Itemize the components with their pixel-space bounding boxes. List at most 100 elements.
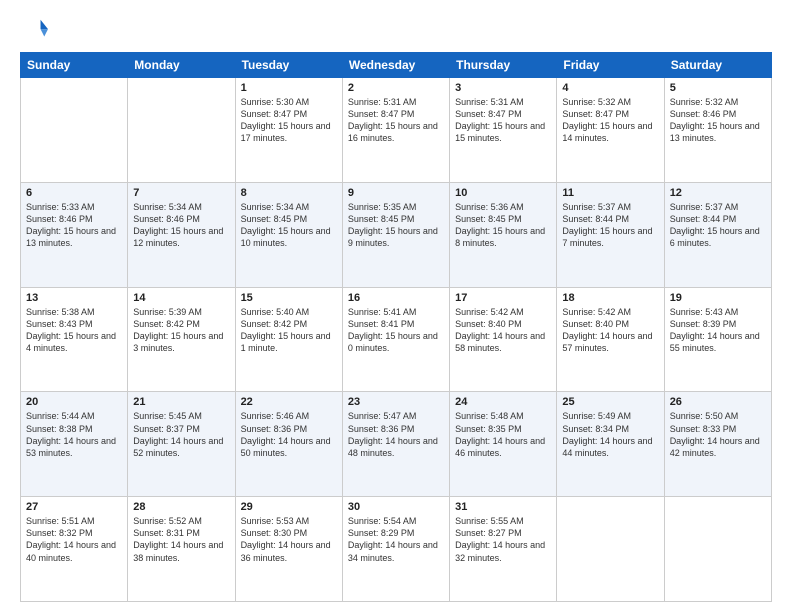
calendar-cell: 10 Sunrise: 5:36 AM Sunset: 8:45 PM Dayli… [450, 182, 557, 287]
calendar-cell: 1 Sunrise: 5:30 AM Sunset: 8:47 PM Daylig… [235, 78, 342, 183]
logo-icon [20, 16, 48, 44]
day-number: 12 [670, 187, 766, 199]
day-number: 5 [670, 82, 766, 94]
day-info: Sunrise: 5:50 AM Sunset: 8:33 PM Dayligh… [670, 410, 766, 459]
day-number: 17 [455, 292, 551, 304]
day-number: 29 [241, 501, 337, 513]
day-number: 31 [455, 501, 551, 513]
calendar-cell [128, 78, 235, 183]
day-number: 25 [562, 396, 658, 408]
day-info: Sunrise: 5:54 AM Sunset: 8:29 PM Dayligh… [348, 515, 444, 564]
day-info: Sunrise: 5:48 AM Sunset: 8:35 PM Dayligh… [455, 410, 551, 459]
day-number: 18 [562, 292, 658, 304]
day-info: Sunrise: 5:55 AM Sunset: 8:27 PM Dayligh… [455, 515, 551, 564]
calendar-cell: 20 Sunrise: 5:44 AM Sunset: 8:38 PM Dayli… [21, 392, 128, 497]
calendar-cell: 7Sunrise: 5:34 AM Sunset: 8:46 PM Daylig… [128, 182, 235, 287]
day-number: 2 [348, 82, 444, 94]
calendar-body: 1 Sunrise: 5:30 AM Sunset: 8:47 PM Daylig… [21, 78, 772, 602]
calendar-cell: 31 Sunrise: 5:55 AM Sunset: 8:27 PM Dayli… [450, 497, 557, 602]
weekday-header-cell: Thursday [450, 53, 557, 78]
calendar-cell: 8Sunrise: 5:34 AM Sunset: 8:45 PM Daylig… [235, 182, 342, 287]
calendar-week-row: 1 Sunrise: 5:30 AM Sunset: 8:47 PM Daylig… [21, 78, 772, 183]
calendar-cell: 12 Sunrise: 5:37 AM Sunset: 8:44 PM Dayli… [664, 182, 771, 287]
calendar-cell: 3 Sunrise: 5:31 AM Sunset: 8:47 PM Daylig… [450, 78, 557, 183]
day-info: Sunrise: 5:42 AM Sunset: 8:40 PM Dayligh… [455, 306, 551, 355]
calendar-week-row: 20 Sunrise: 5:44 AM Sunset: 8:38 PM Dayli… [21, 392, 772, 497]
calendar-cell: 2 Sunrise: 5:31 AM Sunset: 8:47 PM Daylig… [342, 78, 449, 183]
day-number: 10 [455, 187, 551, 199]
day-number: 26 [670, 396, 766, 408]
day-number: 16 [348, 292, 444, 304]
day-number: 3 [455, 82, 551, 94]
day-info: Sunrise: 5:49 AM Sunset: 8:34 PM Dayligh… [562, 410, 658, 459]
header [20, 16, 772, 44]
day-info: Sunrise: 5:46 AM Sunset: 8:36 PM Dayligh… [241, 410, 337, 459]
calendar-cell: 9 Sunrise: 5:35 AM Sunset: 8:45 PM Daylig… [342, 182, 449, 287]
day-info: Sunrise: 5:51 AM Sunset: 8:32 PM Dayligh… [26, 515, 122, 564]
day-number: 30 [348, 501, 444, 513]
day-number: 11 [562, 187, 658, 199]
weekday-header-cell: Tuesday [235, 53, 342, 78]
day-number: 9 [348, 187, 444, 199]
weekday-header-cell: Wednesday [342, 53, 449, 78]
weekday-header-cell: Monday [128, 53, 235, 78]
calendar-cell: 28Sunrise: 5:52 AM Sunset: 8:31 PM Dayli… [128, 497, 235, 602]
day-info: Sunrise: 5:40 AM Sunset: 8:42 PM Dayligh… [241, 306, 337, 355]
calendar-cell: 19 Sunrise: 5:43 AM Sunset: 8:39 PM Dayli… [664, 287, 771, 392]
day-number: 1 [241, 82, 337, 94]
calendar-cell: 17 Sunrise: 5:42 AM Sunset: 8:40 PM Dayli… [450, 287, 557, 392]
calendar-cell: 6 Sunrise: 5:33 AM Sunset: 8:46 PM Daylig… [21, 182, 128, 287]
calendar-week-row: 6 Sunrise: 5:33 AM Sunset: 8:46 PM Daylig… [21, 182, 772, 287]
day-number: 24 [455, 396, 551, 408]
day-info: Sunrise: 5:37 AM Sunset: 8:44 PM Dayligh… [562, 201, 658, 250]
day-info: Sunrise: 5:35 AM Sunset: 8:45 PM Dayligh… [348, 201, 444, 250]
logo [20, 16, 52, 44]
day-info: Sunrise: 5:41 AM Sunset: 8:41 PM Dayligh… [348, 306, 444, 355]
weekday-header-cell: Friday [557, 53, 664, 78]
day-number: 28 [133, 501, 229, 513]
calendar-cell: 5 Sunrise: 5:32 AM Sunset: 8:46 PM Daylig… [664, 78, 771, 183]
calendar-cell: 15 Sunrise: 5:40 AM Sunset: 8:42 PM Dayli… [235, 287, 342, 392]
day-info: Sunrise: 5:39 AM Sunset: 8:42 PM Dayligh… [133, 306, 229, 355]
calendar-cell: 18 Sunrise: 5:42 AM Sunset: 8:40 PM Dayli… [557, 287, 664, 392]
day-info: Sunrise: 5:37 AM Sunset: 8:44 PM Dayligh… [670, 201, 766, 250]
day-info: Sunrise: 5:45 AM Sunset: 8:37 PM Dayligh… [133, 410, 229, 459]
day-number: 21 [133, 396, 229, 408]
day-number: 20 [26, 396, 122, 408]
day-info: Sunrise: 5:53 AM Sunset: 8:30 PM Dayligh… [241, 515, 337, 564]
day-number: 8 [241, 187, 337, 199]
day-number: 6 [26, 187, 122, 199]
day-info: Sunrise: 5:32 AM Sunset: 8:46 PM Dayligh… [670, 96, 766, 145]
day-info: Sunrise: 5:44 AM Sunset: 8:38 PM Dayligh… [26, 410, 122, 459]
calendar-cell: 30 Sunrise: 5:54 AM Sunset: 8:29 PM Dayli… [342, 497, 449, 602]
day-info: Sunrise: 5:47 AM Sunset: 8:36 PM Dayligh… [348, 410, 444, 459]
day-info: Sunrise: 5:43 AM Sunset: 8:39 PM Dayligh… [670, 306, 766, 355]
day-info: Sunrise: 5:38 AM Sunset: 8:43 PM Dayligh… [26, 306, 122, 355]
page: SundayMondayTuesdayWednesdayThursdayFrid… [0, 0, 792, 612]
weekday-header-row: SundayMondayTuesdayWednesdayThursdayFrid… [21, 53, 772, 78]
day-info: Sunrise: 5:34 AM Sunset: 8:46 PM Dayligh… [133, 201, 229, 250]
day-info: Sunrise: 5:33 AM Sunset: 8:46 PM Dayligh… [26, 201, 122, 250]
calendar-cell [21, 78, 128, 183]
weekday-header-cell: Sunday [21, 53, 128, 78]
calendar-cell: 16 Sunrise: 5:41 AM Sunset: 8:41 PM Dayli… [342, 287, 449, 392]
calendar-cell: 23Sunrise: 5:47 AM Sunset: 8:36 PM Dayli… [342, 392, 449, 497]
day-info: Sunrise: 5:42 AM Sunset: 8:40 PM Dayligh… [562, 306, 658, 355]
day-number: 19 [670, 292, 766, 304]
calendar-cell: 14 Sunrise: 5:39 AM Sunset: 8:42 PM Dayli… [128, 287, 235, 392]
day-info: Sunrise: 5:30 AM Sunset: 8:47 PM Dayligh… [241, 96, 337, 145]
calendar-cell: 22 Sunrise: 5:46 AM Sunset: 8:36 PM Dayli… [235, 392, 342, 497]
calendar-cell: 21 Sunrise: 5:45 AM Sunset: 8:37 PM Dayli… [128, 392, 235, 497]
calendar-cell: 4Sunrise: 5:32 AM Sunset: 8:47 PM Daylig… [557, 78, 664, 183]
day-info: Sunrise: 5:36 AM Sunset: 8:45 PM Dayligh… [455, 201, 551, 250]
day-number: 22 [241, 396, 337, 408]
day-number: 13 [26, 292, 122, 304]
day-number: 15 [241, 292, 337, 304]
day-info: Sunrise: 5:31 AM Sunset: 8:47 PM Dayligh… [455, 96, 551, 145]
day-number: 14 [133, 292, 229, 304]
day-info: Sunrise: 5:31 AM Sunset: 8:47 PM Dayligh… [348, 96, 444, 145]
calendar-week-row: 13 Sunrise: 5:38 AM Sunset: 8:43 PM Dayli… [21, 287, 772, 392]
calendar-cell: 11 Sunrise: 5:37 AM Sunset: 8:44 PM Dayli… [557, 182, 664, 287]
calendar-cell [557, 497, 664, 602]
calendar-cell: 13 Sunrise: 5:38 AM Sunset: 8:43 PM Dayli… [21, 287, 128, 392]
